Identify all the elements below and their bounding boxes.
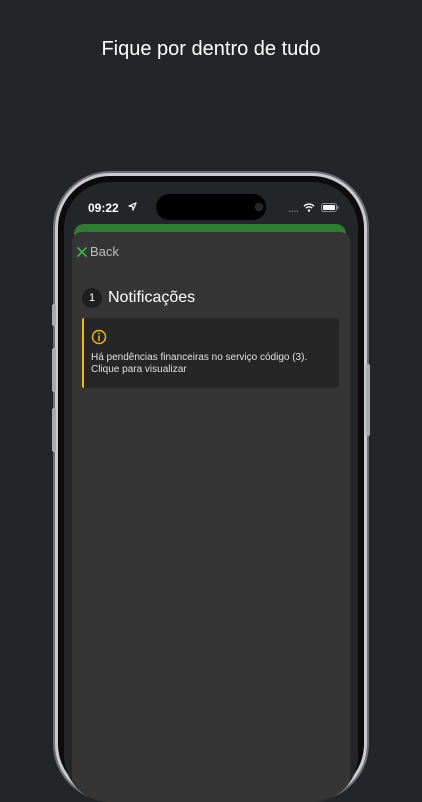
dynamic-island [156, 194, 266, 220]
section-title: Notificações [108, 289, 196, 306]
notification-card[interactable]: Há pendências financeiras no serviço cód… [82, 318, 339, 388]
silent-switch [52, 304, 56, 326]
cellular-signal: .... [288, 202, 299, 215]
volume-up-button [52, 348, 56, 392]
phone-screen: 09:22 .... Back 1 Notificações Há pendên… [64, 182, 358, 802]
close-x-icon [77, 246, 87, 257]
notification-text: Há pendências financeiras no serviço cód… [91, 352, 336, 376]
notification-count-badge: 1 [82, 288, 102, 308]
notifications-sheet: Back 1 Notificações Há pendências financ… [72, 232, 350, 802]
back-label: Back [90, 244, 119, 259]
location-arrow-icon [128, 202, 137, 211]
volume-down-button [52, 408, 56, 452]
notification-action-text: Clique para visualizar [91, 364, 187, 375]
camera-dot [256, 204, 262, 210]
notification-message: Há pendências financeiras no serviço cód… [91, 352, 308, 363]
power-button [366, 364, 370, 436]
info-circle-icon [91, 329, 107, 345]
wifi-icon [303, 203, 315, 212]
promo-headline: Fique por dentro de tudo [101, 38, 321, 60]
notifications-header: 1 Notificações [82, 288, 195, 308]
battery-icon [321, 203, 339, 212]
phone-frame: 09:22 .... Back 1 Notificações Há pendên… [52, 176, 370, 802]
back-button[interactable]: Back [76, 244, 119, 259]
status-time: 09:22 [88, 201, 119, 215]
